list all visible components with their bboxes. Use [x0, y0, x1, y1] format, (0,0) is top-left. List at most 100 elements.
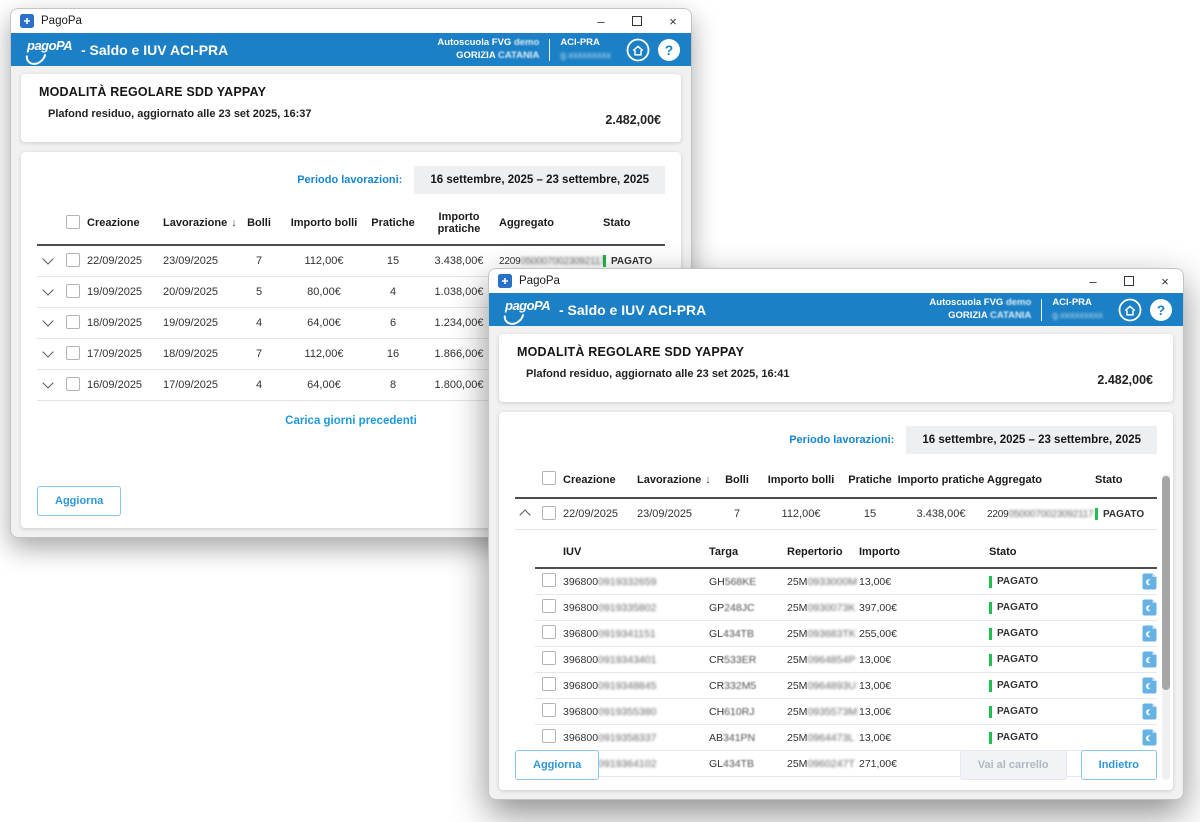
value-redacted: 610RJ [724, 706, 754, 718]
col-header-iuv[interactable]: IUV [563, 546, 709, 558]
minimize-button[interactable]: – [1075, 269, 1111, 293]
col-header-pratiche[interactable]: Pratiche [845, 474, 895, 486]
scrollbar[interactable] [1162, 474, 1170, 780]
select-all-checkbox[interactable] [66, 215, 80, 229]
help-icon[interactable]: ? [1149, 298, 1173, 322]
close-button[interactable]: × [655, 9, 691, 33]
row-checkbox[interactable] [542, 506, 556, 520]
col-header-stato[interactable]: Stato [603, 217, 665, 229]
col-header-importo-pratiche[interactable]: Importo pratiche [419, 211, 499, 235]
row-checkbox[interactable] [542, 625, 556, 639]
account-user-redacted: g.xxxxxxxxx [1052, 310, 1103, 322]
col-header-lavorazione[interactable]: Lavorazione↓ [163, 217, 237, 229]
col-header-importo[interactable]: Importo [859, 546, 989, 558]
indietro-button[interactable]: Indietro [1081, 750, 1157, 780]
help-icon[interactable]: ? [657, 38, 681, 62]
cell-pratiche: 6 [367, 317, 419, 329]
cell-importo: 397,00€ [859, 602, 989, 614]
periodo-value[interactable]: 16 settembre, 2025 – 23 settembre, 2025 [906, 426, 1157, 454]
cell-pratiche: 8 [367, 379, 419, 391]
home-icon[interactable] [626, 38, 650, 62]
maximize-button[interactable] [619, 9, 655, 33]
cell-importo-bolli: 80,00€ [281, 286, 367, 298]
status-bar [989, 732, 992, 744]
row-checkbox[interactable] [542, 703, 556, 717]
chevron-up-icon[interactable] [519, 509, 530, 520]
receipt-icon[interactable] [1135, 599, 1157, 616]
receipt-icon[interactable] [1135, 625, 1157, 642]
plafond-amount: 2.482,00€ [1097, 373, 1153, 387]
aggiorna-button[interactable]: Aggiorna [37, 486, 121, 516]
col-header-repertorio[interactable]: Repertorio [787, 546, 859, 558]
vai-al-carrello-button[interactable]: Vai al carrello [960, 750, 1067, 780]
row-checkbox[interactable] [542, 599, 556, 613]
receipt-icon[interactable] [1135, 651, 1157, 668]
value-visible: 396800 [563, 654, 598, 666]
col-header-importo-bolli[interactable]: Importo bolli [281, 217, 367, 229]
org-name-redacted: demo [1006, 297, 1031, 308]
receipt-icon[interactable] [1135, 573, 1157, 590]
row-checkbox[interactable] [66, 315, 80, 329]
chevron-down-icon[interactable] [42, 284, 53, 295]
chevron-down-icon[interactable] [42, 253, 53, 264]
cell-repertorio: 25M0930073K [787, 602, 859, 614]
value-visible: 25M [787, 680, 807, 692]
row-checkbox[interactable] [542, 729, 556, 743]
col-header-aggregato[interactable]: Aggregato [987, 474, 1095, 486]
receipt-icon[interactable] [1135, 729, 1157, 746]
plafond-card: MODALITÀ REGOLARE SDD YAPPAY Plafond res… [499, 334, 1173, 402]
cell-importo: 13,00€ [859, 654, 989, 666]
row-checkbox[interactable] [542, 677, 556, 691]
value-visible: 25M [787, 706, 807, 718]
row-checkbox[interactable] [542, 651, 556, 665]
select-all-checkbox[interactable] [542, 471, 556, 485]
col-header-importo-bolli[interactable]: Importo bolli [757, 474, 845, 486]
cell-importo-bolli: 112,00€ [281, 348, 367, 360]
cell-importo-pratiche: 3.438,00€ [895, 508, 987, 520]
cell-iuv: 3968000919358337 [563, 732, 709, 744]
row-checkbox[interactable] [542, 573, 556, 587]
cell-importo: 13,00€ [859, 680, 989, 692]
periodo-value[interactable]: 16 settembre, 2025 – 23 settembre, 2025 [414, 166, 665, 194]
table-row: 22/09/202523/09/20257112,00€153.438,00€2… [515, 499, 1157, 530]
col-header-pratiche[interactable]: Pratiche [367, 217, 419, 229]
maximize-button[interactable] [1111, 269, 1147, 293]
chevron-down-icon[interactable] [42, 346, 53, 357]
minimize-button[interactable]: – [583, 9, 619, 33]
org-city-redacted: CATANIA [498, 50, 539, 61]
value-redacted: 332M5 [724, 680, 756, 692]
aggiorna-button[interactable]: Aggiorna [515, 750, 599, 780]
cell-pratiche: 15 [845, 508, 895, 520]
org-city: GORIZIA [456, 50, 495, 61]
col-header-aggregato[interactable]: Aggregato [499, 217, 603, 229]
col-header-targa[interactable]: Targa [709, 546, 787, 558]
chevron-down-icon[interactable] [42, 315, 53, 326]
checkbox-cell [535, 677, 563, 694]
home-icon[interactable] [1118, 298, 1142, 322]
status-label: PAGATO [611, 256, 652, 267]
col-header-bolli[interactable]: Bolli [717, 474, 757, 486]
col-header-lavorazione[interactable]: Lavorazione↓ [637, 474, 717, 486]
receipt-icon[interactable] [1135, 677, 1157, 694]
value-redacted: 0935573M [807, 706, 857, 718]
col-header-creazione[interactable]: Creazione [87, 217, 163, 229]
col-header-bolli[interactable]: Bolli [237, 217, 281, 229]
receipt-icon[interactable] [1135, 703, 1157, 720]
periodo-label: Periodo lavorazioni: [297, 174, 402, 186]
status-badge: PAGATO [1095, 508, 1157, 520]
row-checkbox[interactable] [66, 377, 80, 391]
col-header-sub-stato[interactable]: Stato [989, 546, 1135, 558]
row-checkbox[interactable] [66, 346, 80, 360]
scrollbar-thumb[interactable] [1162, 476, 1170, 690]
chevron-down-icon[interactable] [42, 377, 53, 388]
col-header-importo-pratiche[interactable]: Importo pratiche [895, 474, 987, 486]
cell-importo: 255,00€ [859, 628, 989, 640]
value-redacted: 0964854P [807, 654, 855, 666]
value-visible: GL [709, 628, 723, 640]
col-header-stato[interactable]: Stato [1095, 474, 1157, 486]
col-header-creazione[interactable]: Creazione [563, 474, 637, 486]
close-button[interactable]: × [1147, 269, 1183, 293]
row-checkbox[interactable] [66, 284, 80, 298]
row-checkbox[interactable] [66, 253, 80, 267]
status-bar [989, 628, 992, 640]
